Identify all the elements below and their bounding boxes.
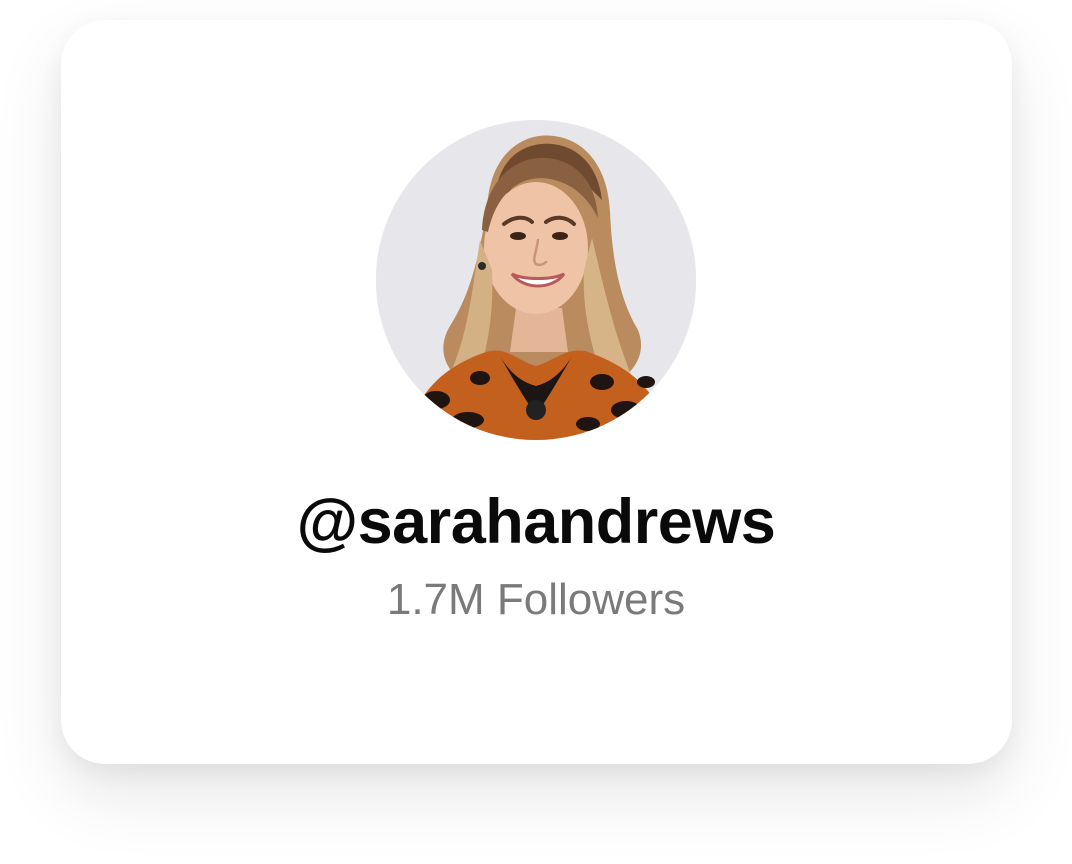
followers-count: 1.7M Followers: [386, 575, 686, 624]
avatar[interactable]: [376, 120, 696, 440]
username[interactable]: @sarahandrews: [0, 484, 1072, 560]
page: @sarahandrews 1.7M Followers: [0, 0, 1072, 864]
profile-photo-icon: [376, 120, 696, 440]
